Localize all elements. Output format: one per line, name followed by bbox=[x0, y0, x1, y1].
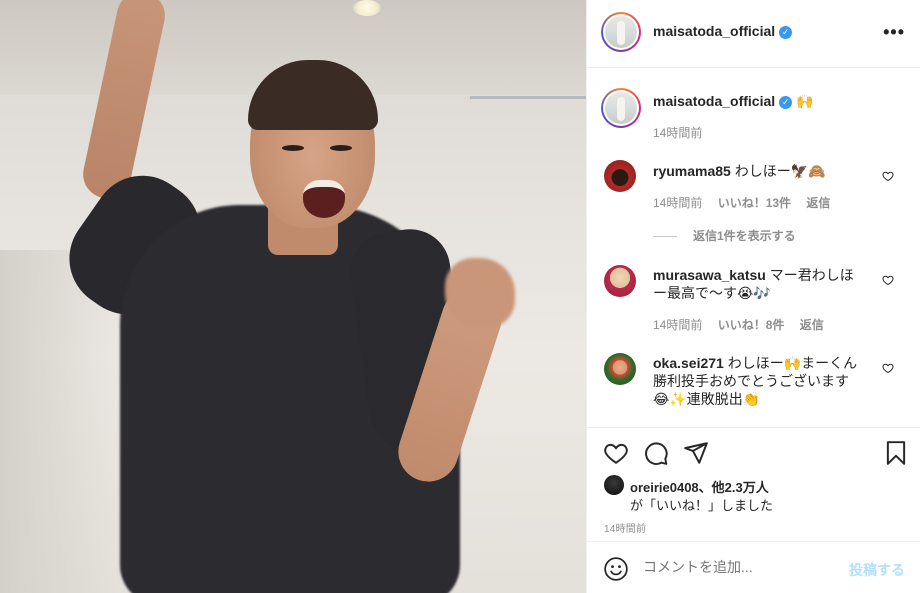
comment-heart-icon[interactable] bbox=[882, 362, 894, 374]
comment-avatar[interactable] bbox=[604, 265, 636, 297]
view-replies-button[interactable]: 返信1件を表示する bbox=[653, 227, 796, 244]
smiley-icon[interactable] bbox=[603, 556, 629, 582]
comment-meta: 14時間前 いいね！13件 返信 bbox=[653, 194, 842, 211]
comment-avatar[interactable] bbox=[604, 353, 636, 385]
caption-meta: 14時間前 bbox=[653, 124, 714, 141]
comment-heart-icon[interactable] bbox=[882, 170, 894, 182]
comment-body: わしほー🦅🙈 bbox=[734, 163, 826, 179]
post-header: maisatoda_official ✓ ••• bbox=[587, 0, 920, 68]
more-options-icon[interactable]: ••• bbox=[883, 22, 905, 43]
post-timestamp[interactable]: 14時間前 bbox=[604, 520, 646, 535]
post-comment-button[interactable]: 投稿する bbox=[849, 560, 905, 580]
bookmark-icon[interactable] bbox=[883, 440, 909, 466]
comment-heart-icon[interactable] bbox=[882, 274, 894, 286]
caption-username[interactable]: maisatoda_official bbox=[653, 93, 775, 109]
header-avatar[interactable] bbox=[601, 12, 641, 52]
comment-reply-button[interactable]: 返信 bbox=[800, 318, 824, 332]
likes-line-1: oreirie0408、他2.3万人 bbox=[630, 477, 769, 496]
comment-avatar[interactable] bbox=[604, 160, 636, 192]
comment-text: ryumama85 わしほー🦅🙈 bbox=[653, 162, 863, 180]
post-photo[interactable] bbox=[0, 0, 586, 593]
liker-avatar[interactable] bbox=[604, 475, 624, 495]
replies-divider bbox=[653, 236, 677, 238]
caption-text: maisatoda_official ✓ 🙌 bbox=[653, 92, 863, 110]
comment-username[interactable]: oka.sei271 bbox=[653, 355, 724, 371]
heart-icon[interactable] bbox=[603, 440, 629, 466]
photo-smile bbox=[303, 180, 345, 218]
comments-list[interactable]: maisatoda_official ✓ 🙌 14時間前 ryumama85 わし… bbox=[587, 69, 920, 427]
photo-eye-right bbox=[330, 145, 352, 151]
post-actions-section: oreirie0408、他2.3万人 が「いいね！」しました 14時間前 bbox=[587, 427, 920, 541]
share-icon[interactable] bbox=[683, 440, 709, 466]
comment-text: murasawa_katsu マー君わしほー最高で〜す😭🎶 bbox=[653, 266, 863, 302]
liker-username[interactable]: oreirie0408 bbox=[630, 480, 699, 495]
verified-badge-icon: ✓ bbox=[779, 95, 793, 109]
post-side-panel: maisatoda_official ✓ ••• maisatoda_offici… bbox=[586, 0, 920, 593]
comment-time[interactable]: 14時間前 bbox=[653, 318, 702, 332]
view-replies-label: 返信1件を表示する bbox=[693, 229, 796, 243]
comment-reply-button[interactable]: 返信 bbox=[806, 196, 830, 210]
header-username[interactable]: maisatoda_official bbox=[653, 23, 775, 39]
add-comment-section: 投稿する bbox=[587, 541, 920, 593]
photo-eye-left bbox=[282, 145, 304, 151]
comment-time[interactable]: 14時間前 bbox=[653, 196, 702, 210]
comment-icon[interactable] bbox=[643, 440, 669, 466]
photo-right-hand bbox=[445, 258, 515, 328]
comment-username[interactable]: ryumama85 bbox=[653, 163, 731, 179]
caption-body: 🙌 bbox=[796, 93, 814, 109]
comment-username[interactable]: murasawa_katsu bbox=[653, 267, 766, 283]
header-username-wrap: maisatoda_official ✓ bbox=[653, 23, 793, 39]
photo-ceiling-light bbox=[353, 0, 381, 16]
comment-text: oka.sei271 わしほー🙌まーくん勝利投手おめでとうございます😂✨連敗脱出… bbox=[653, 354, 863, 408]
caption-time[interactable]: 14時間前 bbox=[653, 126, 702, 140]
likes-count[interactable]: 、他2.3万人 bbox=[699, 480, 769, 495]
caption-avatar[interactable] bbox=[601, 88, 641, 128]
verified-badge-icon: ✓ bbox=[779, 25, 793, 39]
comment-likes[interactable]: いいね！8件 bbox=[718, 318, 785, 332]
comment-input[interactable] bbox=[643, 559, 823, 575]
comment-meta: 14時間前 いいね！8件 返信 bbox=[653, 316, 836, 333]
photo-curtain-rail bbox=[470, 96, 586, 99]
likes-line-2: が「いいね！」しました bbox=[630, 498, 774, 513]
comment-likes[interactable]: いいね！13件 bbox=[718, 196, 791, 210]
